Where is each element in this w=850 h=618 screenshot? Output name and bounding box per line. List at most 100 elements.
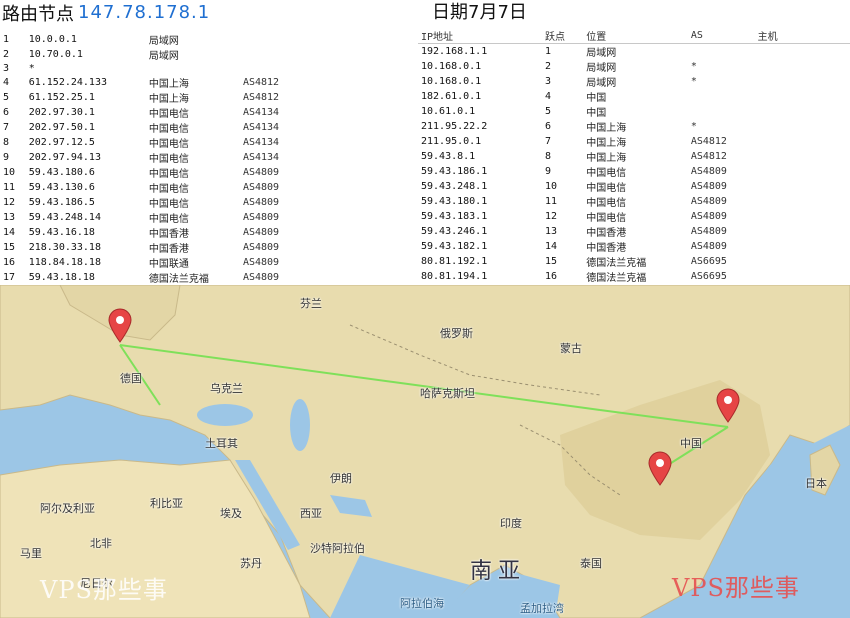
table-row[interactable]: 59.43.248.1 10 中国电信 AS4809: [418, 179, 850, 194]
hop-ip: 80.81.192.1: [421, 256, 488, 267]
map-label: 阿拉伯海: [400, 597, 444, 610]
hop-as: AS4809: [690, 226, 727, 237]
column-header-as[interactable]: AS: [687, 28, 755, 44]
table-row[interactable]: 211.95.22.2 6 中国上海 *: [418, 119, 850, 134]
map-label: 沙特阿拉伯: [310, 542, 365, 555]
table-row[interactable]: 59.43.183.1 12 中国电信 AS4809: [418, 209, 850, 224]
table-row[interactable]: 12 59.43.186.5 中国电信 AS4809: [0, 195, 300, 210]
map-label: 乌克兰: [210, 382, 243, 395]
table-row[interactable]: 59.43.180.1 11 中国电信 AS4809: [418, 194, 850, 209]
hop-as: *: [690, 76, 697, 87]
table-row[interactable]: 10.61.0.1 5 中国: [418, 104, 850, 119]
hop-host: [755, 194, 850, 209]
hop-location: 中国上海: [148, 94, 189, 105]
hop-number: 14: [545, 241, 558, 252]
table-row[interactable]: 59.43.8.1 8 中国上海 AS4812: [418, 149, 850, 164]
left-panel-target-ip: 147.78.178.1: [78, 2, 211, 23]
route-map[interactable]: 芬兰 俄罗斯 德国 乌克兰 哈萨克斯坦 蒙古 土耳其 伊朗 中国 阿尔及利亚 利比亚 埃及 沙特阿拉伯 印…: [0, 285, 850, 618]
map-label: 埃及: [220, 507, 242, 520]
hop-host: [755, 209, 850, 224]
hop-ip: 10.70.0.1: [28, 49, 83, 60]
table-row[interactable]: 15 218.30.33.18 中国香港 AS4809: [0, 240, 300, 255]
table-row[interactable]: 59.43.246.1 13 中国香港 AS4809: [418, 224, 850, 239]
table-row[interactable]: 3 *: [0, 62, 300, 75]
map-label: 日本: [805, 477, 827, 490]
hop-ip: 59.43.246.1: [421, 226, 488, 237]
hop-ip: 10.168.0.1: [421, 76, 482, 87]
hop-number: 3: [545, 76, 552, 87]
hop-location: 中国电信: [586, 213, 627, 224]
table-row[interactable]: 14 59.43.16.18 中国香港 AS4809: [0, 225, 300, 240]
table-row[interactable]: 11 59.43.130.6 中国电信 AS4809: [0, 180, 300, 195]
sea-black: [197, 404, 253, 426]
hop-host: [755, 134, 850, 149]
table-row[interactable]: 10.168.0.1 3 局域网 *: [418, 74, 850, 89]
table-row[interactable]: 1 10.0.0.1 局域网: [0, 32, 300, 47]
column-header-host[interactable]: 主机: [754, 28, 850, 44]
location-pin-icon[interactable]: [647, 450, 673, 486]
table-row[interactable]: 10 59.43.180.6 中国电信 AS4809: [0, 165, 300, 180]
trace-table-right: IP地址 跃点 位置 AS 主机 192.168.1.1 1 局域网 10.168.0…: [418, 28, 850, 285]
map-label: 泰国: [580, 557, 602, 570]
hop-location: 中国电信: [586, 198, 627, 209]
hop-ip: 59.43.186.5: [28, 197, 95, 208]
table-row[interactable]: 6 202.97.30.1 中国电信 AS4134: [0, 105, 300, 120]
location-pin-icon[interactable]: [107, 307, 133, 343]
table-row[interactable]: 17 59.43.18.18 德国法兰克福 AS4809: [0, 270, 300, 285]
table-row[interactable]: 7 202.97.50.1 中国电信 AS4134: [0, 120, 300, 135]
hop-location: 中国电信: [148, 199, 189, 210]
table-row[interactable]: 4 61.152.24.133 中国上海 AS4812: [0, 75, 300, 90]
hop-as: AS4812: [242, 92, 280, 103]
hop-location: 中国香港: [586, 243, 627, 254]
table-row[interactable]: 59.43.186.1 9 中国电信 AS4809: [418, 164, 850, 179]
hop-number: 4: [3, 77, 10, 88]
hop-number: 3: [3, 63, 10, 74]
hop-ip: 211.95.0.1: [421, 136, 482, 147]
hop-ip: 182.61.0.1: [421, 91, 482, 102]
hop-number: 16: [3, 257, 16, 268]
hop-number: 6: [545, 121, 552, 132]
hop-host: [755, 254, 850, 269]
table-row[interactable]: 59.43.182.1 14 中国香港 AS4809: [418, 239, 850, 254]
map-label: 苏丹: [240, 557, 262, 570]
hop-ip: 61.152.24.133: [28, 77, 107, 88]
trace-panel-left: 路由节点 147.78.178.1 1 10.0.0.1 局域网 2 10.70.0.1…: [0, 0, 300, 285]
column-header-hop[interactable]: 跃点: [542, 28, 584, 44]
hop-ip: 10.168.0.1: [421, 61, 482, 72]
hop-ip: 202.97.94.13: [28, 152, 101, 163]
location-pin-icon[interactable]: [715, 387, 741, 423]
map-label: 土耳其: [205, 437, 238, 450]
hop-number: 1: [545, 46, 552, 57]
hop-as: AS4134: [242, 137, 280, 148]
hop-as: AS4809: [690, 196, 727, 207]
table-row[interactable]: 8 202.97.12.5 中国电信 AS4134: [0, 135, 300, 150]
hop-number: 16: [545, 271, 558, 282]
right-panel-title: 日期7月7日: [432, 2, 527, 23]
hop-location: 德国法兰克福: [586, 273, 647, 284]
table-row[interactable]: 9 202.97.94.13 中国电信 AS4134: [0, 150, 300, 165]
table-row[interactable]: 211.95.0.1 7 中国上海 AS4812: [418, 134, 850, 149]
column-header-ip[interactable]: IP地址: [418, 28, 543, 44]
left-panel-title: 路由节点: [2, 4, 74, 25]
map-label: 孟加拉湾: [520, 602, 564, 615]
hop-number: 4: [545, 91, 552, 102]
map-label: 北非: [90, 537, 112, 550]
hop-location: 中国香港: [148, 229, 189, 240]
table-row[interactable]: 16 118.84.18.18 中国联通 AS4809: [0, 255, 300, 270]
table-row[interactable]: 192.168.1.1 1 局域网: [418, 44, 850, 59]
hop-as: AS4809: [242, 167, 280, 178]
table-row[interactable]: 80.81.194.1 16 德国法兰克福 AS6695: [418, 269, 850, 284]
table-row[interactable]: 10.168.0.1 2 局域网 *: [418, 59, 850, 74]
hop-number: 2: [545, 61, 552, 72]
hop-number: 2: [3, 49, 10, 60]
table-row[interactable]: 13 59.43.248.14 中国电信 AS4809: [0, 210, 300, 225]
table-row[interactable]: 2 10.70.0.1 局域网: [0, 47, 300, 62]
hop-host: [755, 59, 850, 74]
table-row[interactable]: 5 61.152.25.1 中国上海 AS4812: [0, 90, 300, 105]
hop-ip: 192.168.1.1: [421, 46, 488, 57]
column-header-location[interactable]: 位置: [583, 28, 688, 44]
hop-number: 17: [3, 272, 16, 283]
hop-ip: 211.95.22.2: [421, 121, 488, 132]
table-row[interactable]: 182.61.0.1 4 中国: [418, 89, 850, 104]
table-row[interactable]: 80.81.192.1 15 德国法兰克福 AS6695: [418, 254, 850, 269]
